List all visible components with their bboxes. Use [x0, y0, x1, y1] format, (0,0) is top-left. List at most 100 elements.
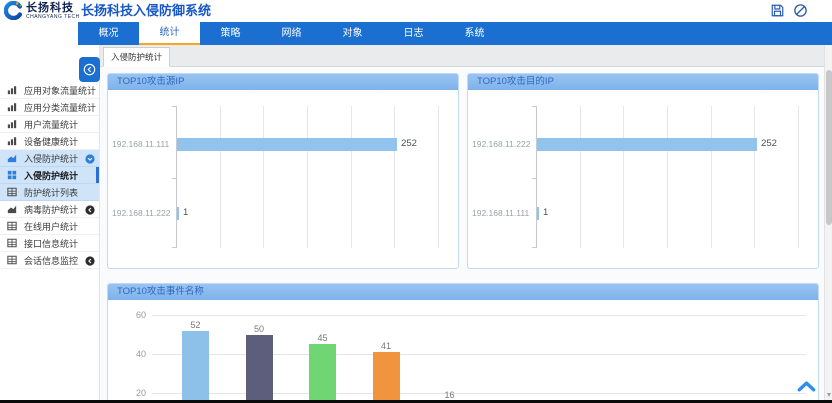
value-label: 50 [238, 324, 281, 334]
grid-icon [7, 170, 17, 180]
chevron-up-icon [797, 379, 816, 393]
nav-tab-6[interactable]: 系统 [444, 22, 505, 45]
sidebar-item-label: 在线用户统计 [24, 220, 78, 233]
value-label: 1 [543, 207, 548, 219]
vertical-scrollbar[interactable] [824, 45, 832, 403]
sidebar-item-label: 防护统计列表 [24, 186, 78, 199]
sidebar-menu: 应用对象流量统计应用分类流量统计用户流量统计设备健康统计入侵防护统计入侵防护统计… [0, 82, 99, 269]
bar-chart-icon [7, 102, 17, 112]
category-label: 192.168.11.111 [472, 208, 528, 218]
bar[interactable] [373, 352, 400, 403]
bar-chart-icon [7, 119, 17, 129]
y-axis-tick-label: 20 [120, 388, 146, 398]
sidebar-item-4[interactable]: 入侵防护统计 [0, 150, 99, 167]
brand-logo: 长扬科技 CHANGYANG TECH [4, 1, 80, 20]
sidebar-item-label: 设备健康统计 [24, 135, 78, 148]
panel-top10-attack-event-names: TOP10攻击事件名称 20 40 60 52 50 45 41 16 [107, 283, 819, 403]
area-chart-icon [7, 204, 17, 214]
bar[interactable] [537, 207, 539, 220]
area-chart-icon [7, 153, 17, 163]
prohibit-icon[interactable] [793, 3, 808, 18]
value-label: 252 [401, 138, 417, 150]
sidebar-item-7[interactable]: 病毒防护统计 [0, 201, 99, 218]
sidebar-item-label: 接口信息统计 [24, 237, 78, 250]
sidebar-item-label: 应用对象流量统计 [24, 84, 96, 97]
chevron-down-circle-icon[interactable] [85, 154, 95, 164]
value-label: 45 [301, 333, 344, 343]
bar-chart-icon [7, 85, 17, 95]
sidebar-item-9[interactable]: 接口信息统计 [0, 235, 99, 252]
table-icon [7, 187, 17, 197]
sidebar-item-3[interactable]: 设备健康统计 [0, 133, 99, 150]
nav-tab-4[interactable]: 对象 [322, 22, 383, 45]
table-icon [7, 221, 17, 231]
sidebar-item-0[interactable]: 应用对象流量统计 [0, 82, 99, 99]
value-label: 41 [365, 341, 408, 351]
sidebar-collapse-button[interactable] [79, 57, 100, 82]
panel-top10-attack-dest-ip: TOP10攻击目的IP 192.168.11.222252192.168.11.… [467, 73, 819, 269]
category-label: 192.168.11.222 [472, 139, 528, 149]
nav-tab-2[interactable]: 策略 [200, 22, 261, 45]
sidebar-item-label: 会话信息监控 [24, 254, 78, 267]
y-axis-tick-label: 40 [120, 349, 146, 359]
panel-title: TOP10攻击事件名称 [108, 284, 818, 300]
scroll-to-top-button[interactable] [797, 379, 816, 393]
nav-tab-5[interactable]: 日志 [383, 22, 444, 45]
chart-attack-event-names: 20 40 60 52 50 45 41 16 [108, 300, 818, 403]
chart-attack-dest-ip: 192.168.11.222 252 192.168.11.111 1 [468, 90, 818, 268]
scrollbar-down-arrow[interactable] [827, 393, 831, 397]
bar[interactable] [537, 138, 757, 151]
app-header: 长扬科技 CHANGYANG TECH 长扬科技入侵防御系统 [0, 0, 832, 22]
sidebar-item-2[interactable]: 用户流量统计 [0, 116, 99, 133]
subtab-0[interactable]: 入侵防护统计 [103, 47, 170, 67]
sidebar-item-1[interactable]: 应用分类流量统计 [0, 99, 99, 116]
panel-title: TOP10攻击目的IP [468, 74, 818, 90]
brand-name: 长扬科技 [26, 2, 80, 14]
sidebar-item-label: 应用分类流量统计 [24, 101, 96, 114]
value-label: 52 [174, 320, 217, 330]
table-icon [7, 255, 17, 265]
bar[interactable] [177, 138, 397, 151]
y-axis-tick-label: 60 [120, 310, 146, 320]
panel-title: TOP10攻击源IP [108, 74, 458, 90]
category-label: 192.168.11.111 [112, 139, 168, 149]
logo-icon [4, 1, 23, 20]
bar[interactable] [246, 335, 273, 403]
category-label: 192.168.11.222 [112, 208, 168, 218]
chart-attack-source-ip: 192.168.11.111 252 192.168.11.222 1 [108, 90, 458, 268]
save-icon[interactable] [770, 3, 785, 18]
table-icon [7, 238, 17, 248]
brand-name-en: CHANGYANG TECH [26, 14, 80, 20]
nav-tab-3[interactable]: 网络 [261, 22, 322, 45]
subtab-bar: 入侵防护统计 [100, 45, 824, 67]
nav-tab-1[interactable]: 统计 [139, 22, 200, 45]
value-label: 16 [428, 390, 471, 400]
app-title: 长扬科技入侵防御系统 [81, 0, 211, 22]
sidebar-item-8[interactable]: 在线用户统计 [0, 218, 99, 235]
bar[interactable] [177, 207, 179, 220]
sidebar-item-label: 入侵防护统计 [24, 152, 78, 165]
bar-chart-icon [7, 136, 17, 146]
brand-text: 长扬科技 CHANGYANG TECH [26, 2, 80, 20]
sidebar: 应用对象流量统计应用分类流量统计用户流量统计设备健康统计入侵防护统计入侵防护统计… [0, 45, 100, 403]
sidebar-item-5[interactable]: 入侵防护统计 [0, 167, 99, 184]
nav-tab-0[interactable]: 概况 [78, 22, 139, 45]
value-label: 252 [761, 138, 777, 150]
content-area: TOP10攻击源IP 192.168.11.111252192.168.11.2… [100, 67, 824, 403]
app-window: 长扬科技 CHANGYANG TECH 长扬科技入侵防御系统 概况统计策略网络对… [0, 0, 832, 403]
panel-top10-attack-source-ip: TOP10攻击源IP 192.168.11.111 252 192.168.11.2… [107, 73, 459, 269]
header-actions [770, 3, 808, 18]
bar[interactable] [309, 344, 336, 403]
collapse-sidebar-icon [83, 63, 96, 76]
chevron-left-circle-icon[interactable] [85, 256, 95, 266]
sidebar-item-6[interactable]: 防护统计列表 [0, 184, 99, 201]
sidebar-item-label: 用户流量统计 [24, 118, 78, 131]
sidebar-item-10[interactable]: 会话信息监控 [0, 252, 99, 269]
main-nav: 概况统计策略网络对象日志系统 [78, 22, 832, 45]
chevron-left-circle-icon[interactable] [85, 205, 95, 215]
value-label: 1 [183, 207, 188, 219]
sidebar-item-label: 病毒防护统计 [24, 203, 78, 216]
sidebar-item-label: 入侵防护统计 [24, 169, 78, 182]
bar[interactable] [182, 331, 209, 403]
scrollbar-thumb[interactable] [826, 70, 832, 225]
